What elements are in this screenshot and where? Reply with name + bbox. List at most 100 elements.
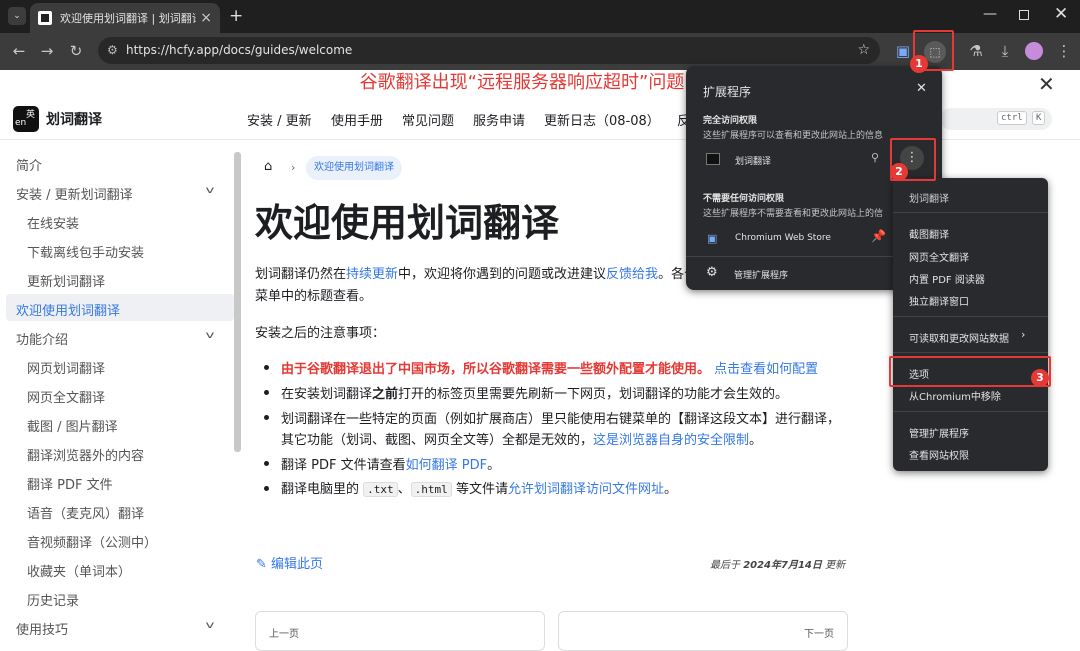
sidebar-item-online-install[interactable]: 在线安装 (27, 213, 79, 232)
menu-item-screenshot[interactable]: 截图翻译 (909, 226, 949, 241)
close-window-button[interactable]: ✕ (1054, 4, 1068, 24)
note-text: 。 (749, 433, 763, 448)
labs-flask-icon[interactable]: ⚗ (966, 42, 986, 60)
popup-title: 扩展程序 (703, 85, 752, 99)
menu-item-site-permissions[interactable]: 查看网站权限 (909, 447, 969, 462)
how-to-configure-link[interactable]: 点击查看如何配置 (714, 362, 818, 377)
url-text: https://hcfy.app/docs/guides/welcome (126, 43, 353, 57)
last-updated-suffix: 更新 (825, 560, 846, 571)
pin-icon[interactable]: ⚲ (871, 151, 879, 164)
edit-page-link[interactable]: ✎ 编辑此页 (256, 553, 323, 572)
how-to-translate-pdf-link[interactable]: 如何翻译 PDF (406, 458, 487, 473)
ext-hcfy-name[interactable]: 划词翻译 (735, 154, 771, 167)
banner-close-icon[interactable]: ✕ (1038, 72, 1055, 96)
new-tab-button[interactable]: + (229, 6, 243, 26)
nav-service[interactable]: 服务申请 (473, 110, 525, 129)
download-icon[interactable]: ⤓ (995, 42, 1015, 60)
note-pdf: 翻译 PDF 文件请查看如何翻译 PDF。 (281, 454, 500, 473)
sidebar-item-outside-browser[interactable]: 翻译浏览器外的内容 (27, 445, 144, 464)
ext-hcfy-icon (706, 153, 720, 165)
sidebar-item-favorites[interactable]: 收藏夹（单词本） (27, 561, 131, 580)
next-page-button[interactable]: 下一页 (558, 611, 848, 651)
home-icon[interactable]: ⌂ (264, 159, 272, 174)
menu-separator (893, 316, 1048, 317)
sidebar-item-welcome[interactable]: 欢迎使用划词翻译 (16, 300, 120, 319)
site-info-icon[interactable]: ⚙ (107, 37, 118, 64)
edit-page-label: 编辑此页 (271, 557, 324, 572)
minimize-button[interactable]: — (983, 6, 997, 22)
menu-item-manage[interactable]: 管理扩展程序 (909, 425, 969, 440)
maximize-button[interactable] (1019, 10, 1029, 20)
bullet-dot (264, 390, 269, 395)
menu-icon[interactable]: ⋮ (1054, 42, 1074, 60)
menu-item-site-data[interactable]: 可读取和更改网站数据 (909, 330, 1009, 345)
bookmark-star-icon[interactable]: ☆ (857, 37, 870, 64)
menu-item-remove[interactable]: 从Chromium中移除 (909, 388, 1001, 403)
chevron-down-icon[interactable]: v (206, 330, 215, 341)
manage-extensions-link[interactable]: 管理扩展程序 (734, 268, 788, 281)
sidebar-item-update[interactable]: 更新划词翻译 (27, 271, 105, 290)
sidebar-scrollbar[interactable] (234, 152, 241, 452)
nav-manual[interactable]: 使用手册 (331, 110, 383, 129)
full-access-desc: 这些扩展程序可以查看和更改此网站上的信息 (703, 131, 884, 141)
reload-icon[interactable]: ↻ (66, 42, 86, 60)
security-limit-link[interactable]: 这是浏览器自身的安全限制 (593, 433, 749, 448)
site-logo[interactable]: 英 en (13, 106, 39, 132)
next-page-label: 下一页 (804, 629, 834, 640)
chevron-down-icon[interactable]: v (206, 620, 215, 631)
site-name[interactable]: 划词翻译 (46, 109, 102, 129)
last-updated-prefix: 最后于 (710, 560, 740, 571)
page-title: 欢迎使用划词翻译 (255, 201, 560, 245)
logo-glyph-top: 英 (26, 110, 36, 120)
nav-faq[interactable]: 常见问题 (402, 110, 454, 129)
address-bar[interactable]: ⚙ https://hcfy.app/docs/guides/welcome ☆ (98, 37, 880, 64)
note-text: 在安装划词翻译 (281, 387, 373, 402)
sidebar-item-offline-install[interactable]: 下载离线包手动安装 (27, 242, 144, 261)
no-access-heading: 不需要任何访问权限 (703, 194, 785, 204)
profile-avatar[interactable] (1025, 42, 1043, 60)
sidebar-item-features[interactable]: 功能介绍 (16, 329, 68, 348)
sidebar-item-pdf[interactable]: 翻译 PDF 文件 (27, 474, 113, 493)
chromium-web-store-icon[interactable]: ▣ (893, 42, 913, 60)
sidebar-item-tips[interactable]: 使用技巧 (16, 619, 68, 638)
code-txt: .txt (363, 482, 398, 497)
extension-context-menu: 划词翻译 截图翻译 网页全文翻译 内置 PDF 阅读器 独立翻译窗口 可读取和更… (893, 178, 1048, 471)
no-access-desc: 这些扩展程序不需要查看和更改此网站上的信 (703, 209, 884, 219)
tab-active[interactable]: 欢迎使用划词翻译 | 划词翻译 × (30, 3, 220, 33)
back-icon[interactable]: ← (9, 42, 29, 60)
sidebar-item-intro[interactable]: 简介 (16, 155, 42, 174)
nav-changelog[interactable]: 更新日志（08-08） (544, 110, 660, 129)
menu-item-hcfy[interactable]: 划词翻译 (909, 190, 949, 205)
tab-title: 欢迎使用划词翻译 | 划词翻译 (60, 12, 197, 25)
site-favicon-icon (38, 11, 52, 25)
menu-item-pdf-reader[interactable]: 内置 PDF 阅读器 (909, 271, 985, 286)
sidebar-item-screenshot[interactable]: 截图 / 图片翻译 (27, 416, 118, 435)
chevron-down-icon[interactable]: v (206, 185, 215, 196)
note-restricted-line-2: 其它功能（划词、截图、网页全文等）全都是无效的，这是浏览器自身的安全限制。 (281, 429, 762, 448)
allow-file-access-link[interactable]: 允许划词翻译访问文件网址 (508, 482, 664, 497)
sidebar-item-voice[interactable]: 语音（麦克风）翻译 (27, 503, 144, 522)
note-text: 打开的标签页里需要先刷新一下网页，划词翻译的功能才会生效的。 (398, 387, 789, 402)
sidebar-item-install[interactable]: 安装 / 更新划词翻译 (16, 184, 133, 203)
sidebar-item-history[interactable]: 历史记录 (27, 590, 79, 609)
close-tab-icon[interactable]: × (200, 10, 212, 26)
tab-search-icon[interactable]: ⌄ (8, 7, 26, 25)
nav-install[interactable]: 安装 / 更新 (247, 110, 312, 129)
continuous-update-link[interactable]: 持续更新 (346, 267, 398, 282)
note-text: 等文件请 (455, 482, 508, 497)
sidebar-item-page-translate[interactable]: 网页全文翻译 (27, 387, 105, 406)
sidebar-item-av[interactable]: 音视频翻译（公测中） (27, 532, 157, 551)
sidebar-item-word-translate[interactable]: 网页划词翻译 (27, 358, 105, 377)
forward-icon[interactable]: → (37, 42, 57, 60)
bullet-dot (264, 365, 269, 370)
menu-item-page-translate[interactable]: 网页全文翻译 (909, 249, 969, 264)
prev-page-button[interactable]: 上一页 (255, 611, 545, 651)
ext-store-name[interactable]: Chromium Web Store (735, 233, 831, 243)
note-text: 。 (663, 482, 677, 497)
menu-item-standalone-window[interactable]: 独立翻译窗口 (909, 293, 969, 308)
note-text: 翻译 PDF 文件请查看 (281, 458, 406, 473)
pinned-icon[interactable]: 📌 (871, 229, 886, 243)
bullet-dot (264, 461, 269, 466)
popup-close-icon[interactable]: ✕ (916, 81, 927, 96)
feedback-link[interactable]: 反馈给我 (606, 267, 658, 282)
